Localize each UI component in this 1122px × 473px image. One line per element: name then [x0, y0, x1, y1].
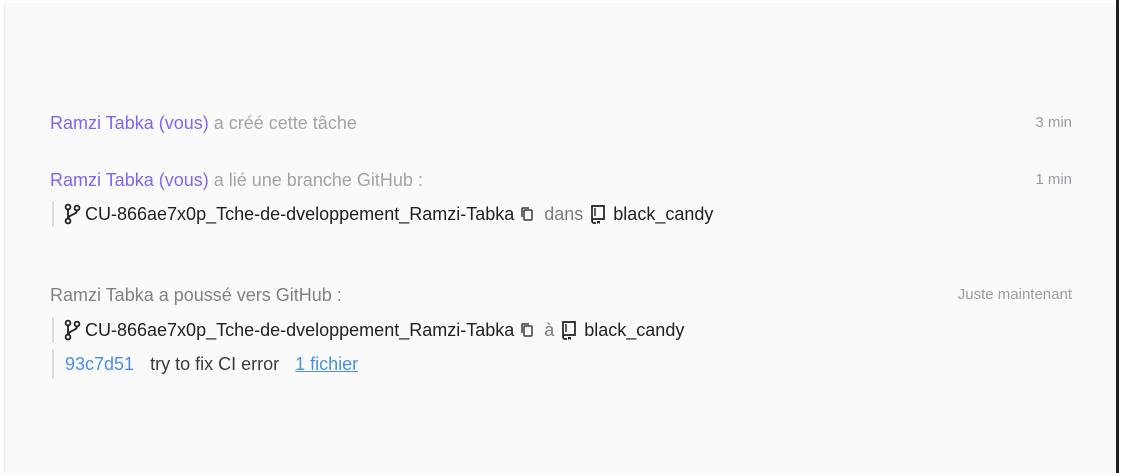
activity-entry-created: Ramzi Tabka (vous) a créé cette tâche 3 …: [50, 111, 1072, 135]
git-branch-icon: [63, 319, 81, 341]
activity-time: Juste maintenant: [957, 286, 1072, 303]
activity-action: Ramzi Tabka a poussé vers GitHub :: [50, 285, 342, 305]
files-changed-link[interactable]: 1 fichier: [295, 354, 358, 374]
push-branch-detail: CU-866ae7x0p_Tche-de-dveloppement_Ramzi-…: [52, 317, 1072, 343]
repo-icon: [589, 204, 607, 224]
activity-time: 1 min: [1035, 171, 1072, 188]
copy-icon[interactable]: [520, 322, 534, 338]
activity-entry-push: Ramzi Tabka a poussé vers GitHub : Juste…: [50, 283, 1072, 379]
repo-icon: [560, 320, 578, 340]
user-name[interactable]: Ramzi Tabka (vous): [50, 170, 209, 190]
user-name[interactable]: Ramzi Tabka (vous): [50, 113, 209, 133]
connector-text: dans: [544, 204, 584, 224]
activity-time: 3 min: [1035, 114, 1072, 131]
activity-entry-linked-branch: Ramzi Tabka (vous) a lié une branche Git…: [50, 168, 1072, 227]
repo-name[interactable]: black_candy: [613, 201, 713, 227]
connector-text: à: [544, 320, 555, 340]
copy-icon[interactable]: [520, 206, 534, 222]
branch-detail: CU-866ae7x0p_Tche-de-dveloppement_Ramzi-…: [52, 201, 1072, 227]
repo-name[interactable]: black_candy: [584, 317, 684, 343]
activity-panel: [4, 3, 1115, 473]
commit-message: try to fix CI error: [150, 354, 280, 374]
commit-hash[interactable]: 93c7d51: [65, 354, 134, 374]
branch-name[interactable]: CU-866ae7x0p_Tche-de-dveloppement_Ramzi-…: [85, 201, 514, 227]
branch-name[interactable]: CU-866ae7x0p_Tche-de-dveloppement_Ramzi-…: [85, 317, 514, 343]
window-edge: [1116, 0, 1119, 473]
git-branch-icon: [63, 203, 81, 225]
activity-action: a lié une branche GitHub :: [213, 170, 423, 190]
activity-action: a créé cette tâche: [213, 113, 357, 133]
commit-row: 93c7d51 try to fix CI error 1 fichier: [52, 349, 1072, 379]
